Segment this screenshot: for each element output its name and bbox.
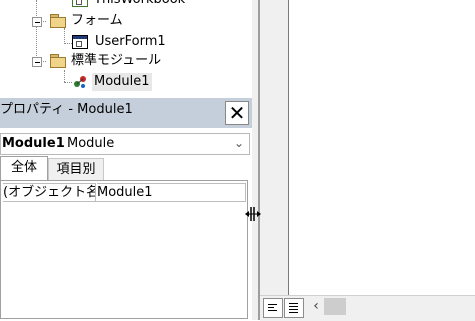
object-type: Module <box>67 136 115 151</box>
project-tree: ThisWorkbook フォーム UserForm1 標準モジュール Modu… <box>0 0 252 98</box>
tree-item-label: ThisWorkbook <box>94 0 185 9</box>
procedure-view-button[interactable] <box>263 298 283 318</box>
property-row[interactable]: (オブジェクト名) Module1 <box>3 183 246 202</box>
tree-item-label: 標準モジュール <box>71 53 162 68</box>
close-icon: ✕ <box>228 101 246 125</box>
property-name: (オブジェクト名) <box>3 183 96 202</box>
code-margin <box>260 0 289 295</box>
tab-label: 項目別 <box>56 162 96 177</box>
tree-item-label: UserForm1 <box>95 34 166 49</box>
folder-icon <box>50 54 66 68</box>
close-button[interactable]: ✕ <box>225 101 249 125</box>
tab-categorized[interactable]: 項目別 <box>48 158 104 182</box>
tree-item-label: Module1 <box>92 73 152 91</box>
horizontal-scrollbar-thumb[interactable] <box>324 298 346 315</box>
tree-item-module1[interactable]: Module1 <box>72 73 202 91</box>
resize-cursor-icon <box>245 207 261 221</box>
property-value[interactable]: Module1 <box>97 183 245 202</box>
properties-title: プロパティ - Module1 <box>0 102 133 117</box>
properties-title-bar[interactable]: プロパティ - Module1 ✕ <box>0 98 252 128</box>
folder-icon <box>50 14 66 28</box>
code-window-bottom-bar: ‹ <box>260 295 475 321</box>
chevron-down-icon: ⌄ <box>233 136 244 150</box>
object-name: Module1 <box>2 136 65 151</box>
property-grid: (オブジェクト名) Module1 <box>0 180 248 319</box>
collapse-icon[interactable] <box>32 57 42 67</box>
tab-alphabetic[interactable]: 全体 <box>0 156 48 181</box>
full-module-view-button[interactable] <box>284 298 304 318</box>
workbook-icon <box>72 0 88 7</box>
tree-item-thisworkbook[interactable]: ThisWorkbook <box>72 0 202 9</box>
scroll-left-arrow-icon[interactable]: ‹ <box>308 296 324 316</box>
tree-item-userform1[interactable]: UserForm1 <box>72 33 202 51</box>
userform-icon <box>72 35 88 49</box>
code-editor[interactable] <box>289 0 475 295</box>
tree-item-label: フォーム <box>71 13 123 28</box>
object-select[interactable]: Module1 Module ⌄ <box>0 133 250 155</box>
tab-label: 全体 <box>10 160 37 175</box>
collapse-icon[interactable] <box>32 17 42 27</box>
module-icon <box>74 76 86 88</box>
tree-item-forms-folder[interactable]: フォーム <box>50 12 170 30</box>
tree-item-modules-folder[interactable]: 標準モジュール <box>50 52 190 70</box>
